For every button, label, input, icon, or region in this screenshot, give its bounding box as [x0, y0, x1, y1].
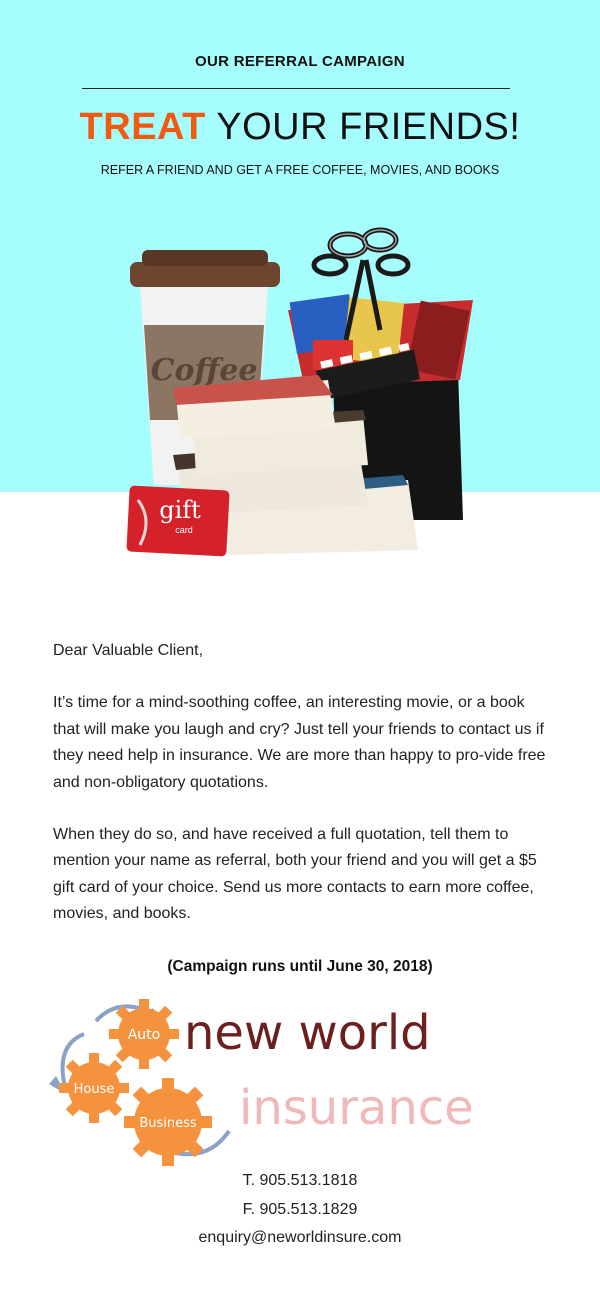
contact-email[interactable]: enquiry@neworldinsure.com — [0, 1229, 600, 1247]
letter-body: Dear Valuable Client, It’s time for a mi… — [53, 638, 553, 954]
contact-fax: F. 905.513.1829 — [242, 1201, 358, 1218]
headline-rest: YOUR FRIENDS! — [205, 106, 521, 148]
letter-paragraph-2: When they do so, and have received a ful… — [53, 826, 537, 923]
company-logo: Auto House Business new world insurance — [49, 999, 474, 1166]
headline-accent: TREAT — [79, 106, 206, 148]
logo-wordmark-bottom: insurance — [239, 1080, 474, 1136]
headline: TREAT YOUR FRIENDS! — [0, 106, 600, 149]
gift-card-subtext: card — [175, 525, 193, 535]
letter-greeting: Dear Valuable Client, — [53, 642, 204, 659]
logo-wordmark-top: new world — [184, 1005, 431, 1061]
header-divider — [82, 88, 510, 89]
gift-card: gift card — [126, 485, 230, 557]
subheadline: REFER A FRIEND AND GET A FREE COFFEE, MO… — [100, 163, 500, 177]
gift-card-text: gift — [159, 496, 201, 524]
gear-label-house: House — [74, 1082, 115, 1097]
letter-paragraph-1: It’s time for a mind-soothing coffee, an… — [53, 694, 546, 791]
gear-label-auto: Auto — [128, 1027, 161, 1043]
gift-illustration: Coffee gift card — [126, 227, 473, 557]
campaign-dates: (Campaign runs until June 30, 2018) — [167, 958, 433, 975]
contact-phone: T. 905.513.1818 — [242, 1172, 358, 1189]
campaign-kicker: OUR REFERRAL CAMPAIGN — [195, 53, 405, 70]
gear-label-business: Business — [139, 1116, 197, 1131]
